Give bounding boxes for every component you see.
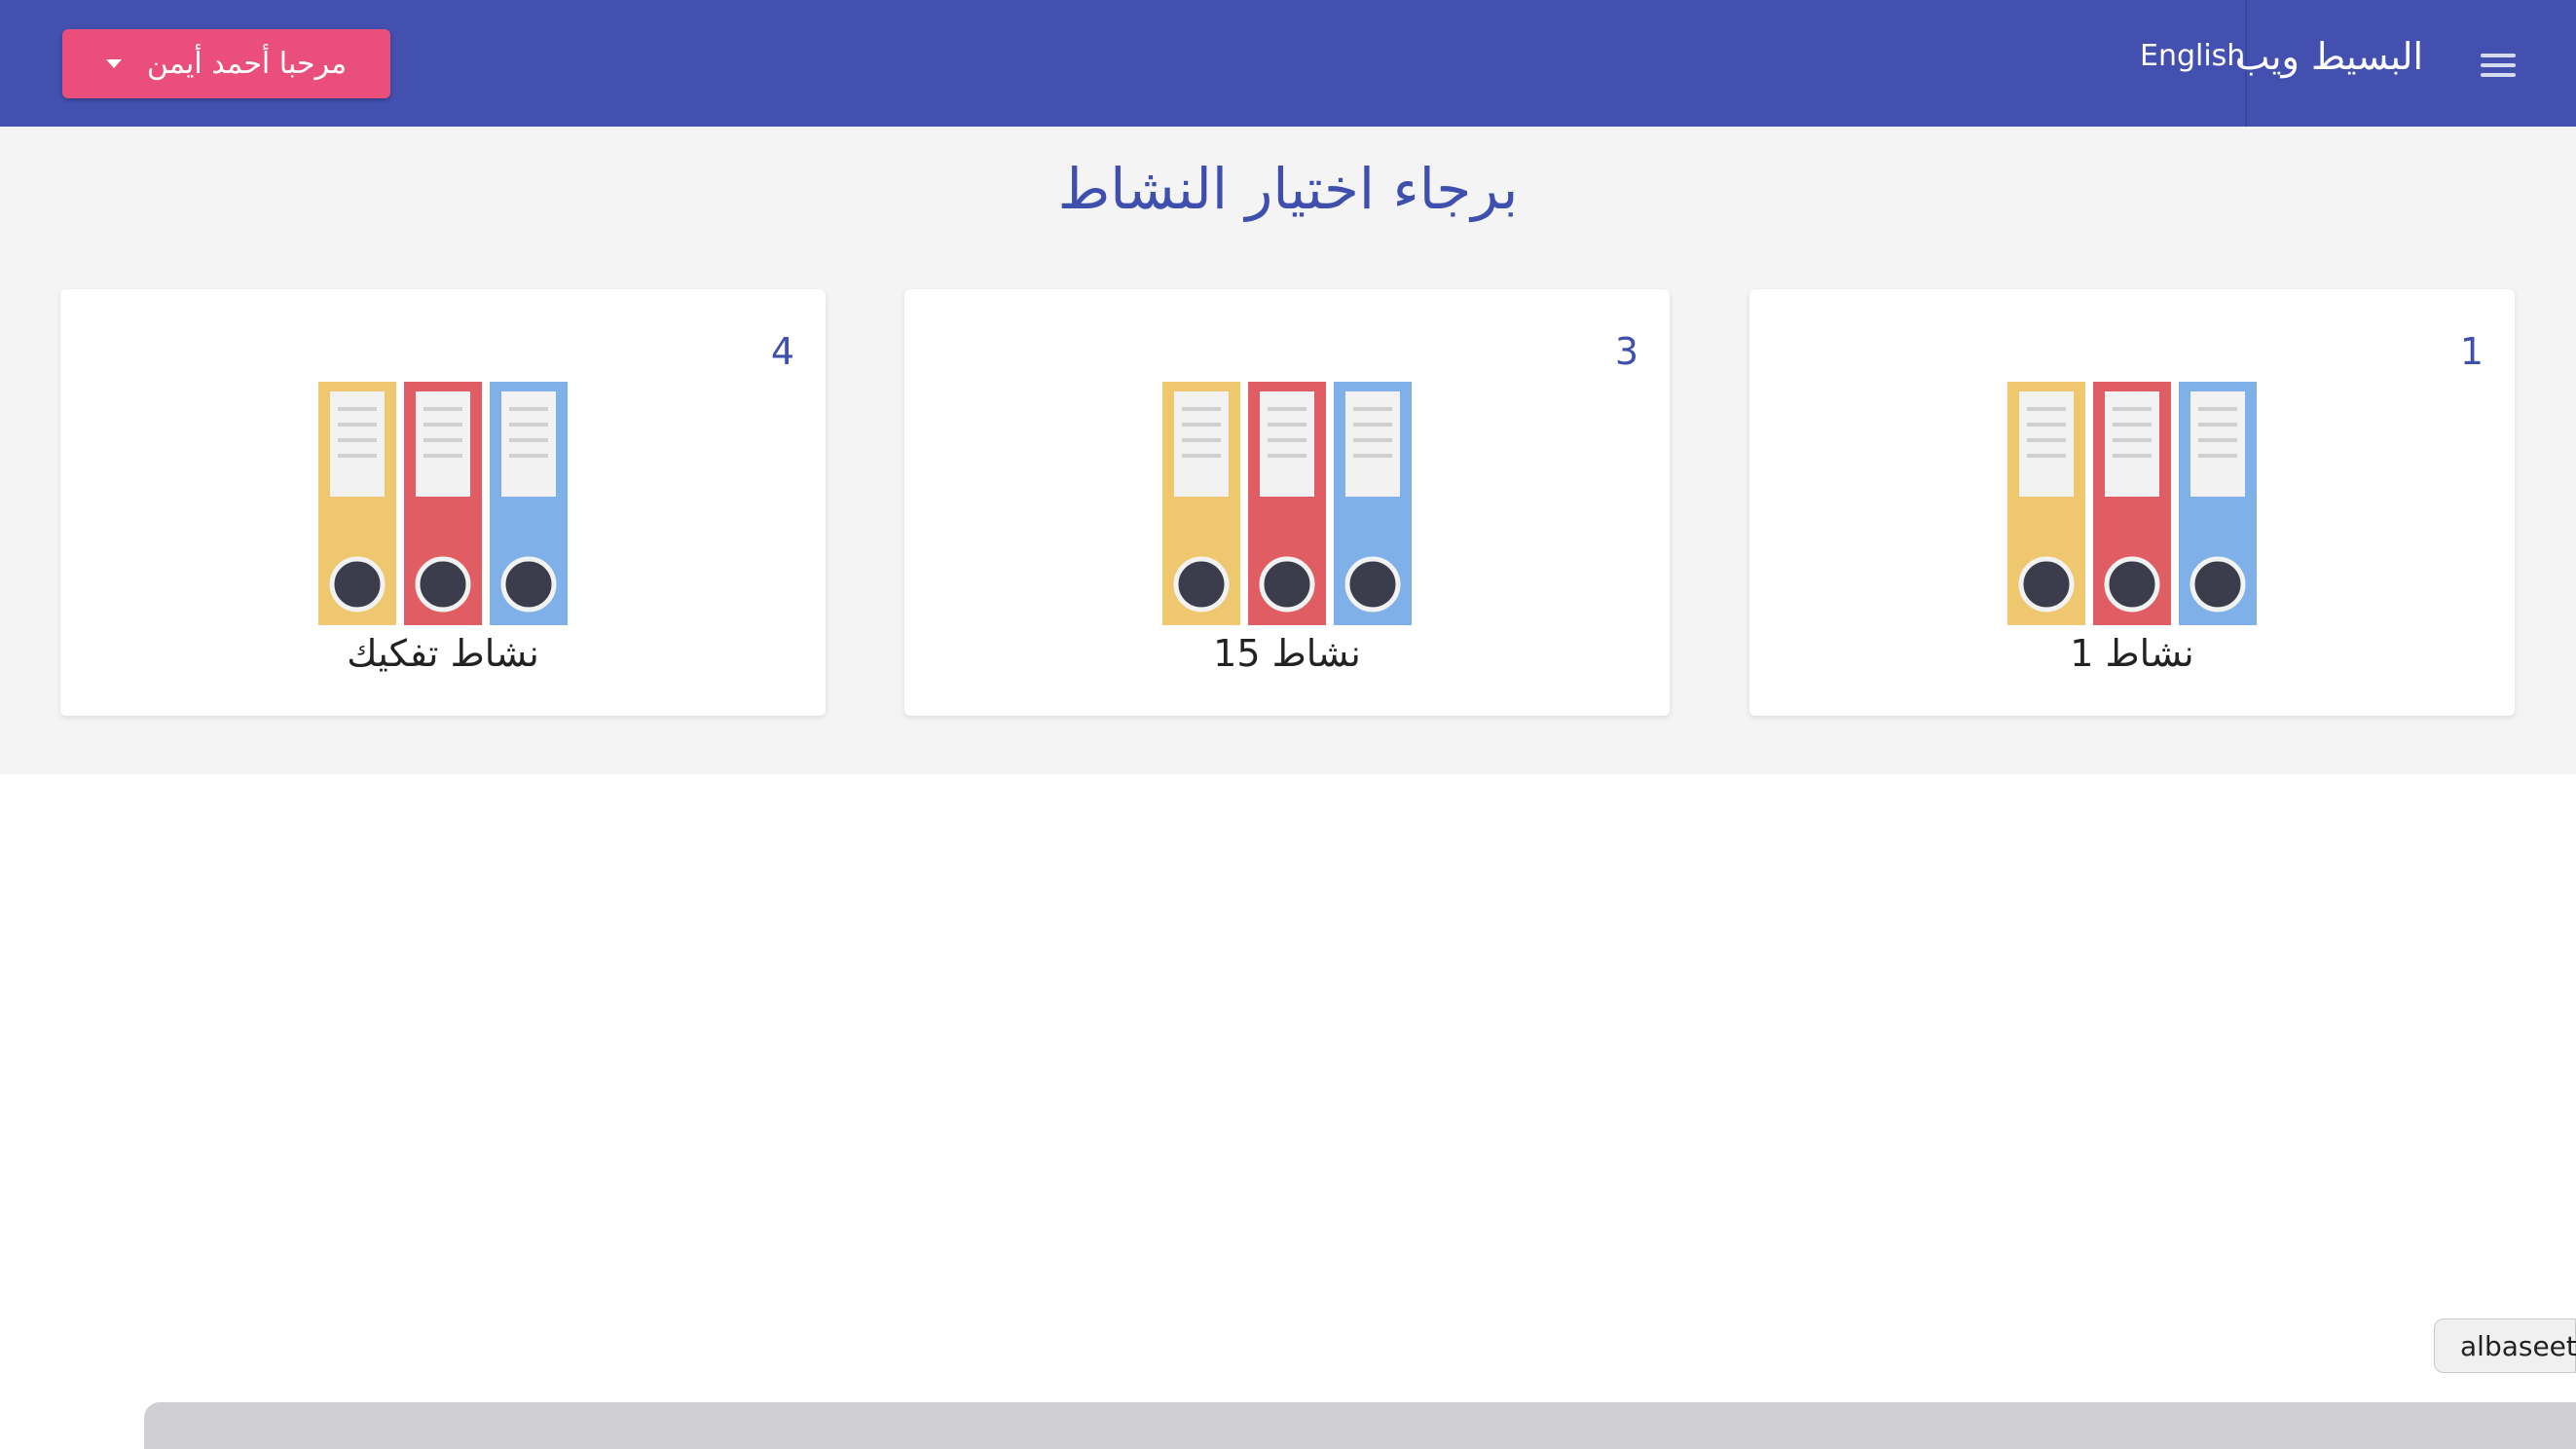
top-navbar: مرحبا أحمد أيمن English البسيط ويب: [0, 0, 2576, 127]
user-menu-button[interactable]: مرحبا أحمد أيمن: [62, 29, 390, 98]
activity-label: نشاط تفكيك: [347, 632, 539, 675]
activity-card[interactable]: 4 نشاط تفكيك: [60, 289, 826, 716]
page-title: برجاء اختيار النشاط: [1057, 156, 1519, 222]
binders-icon: [2007, 382, 2257, 625]
activity-number: 3: [1614, 330, 1638, 373]
caret-down-icon: [105, 59, 122, 68]
language-switch-link[interactable]: English: [2140, 39, 2245, 73]
activity-label: نشاط 1: [2070, 632, 2194, 675]
activity-label: نشاط 15: [1213, 632, 1361, 675]
activity-number: 1: [2459, 330, 2484, 373]
hover-tooltip: albaseet-: [2434, 1319, 2576, 1373]
activity-number: 4: [770, 330, 794, 373]
binders-icon: [1162, 382, 1412, 625]
binders-icon: [318, 382, 568, 625]
macos-dock: [144, 1402, 2576, 1449]
main-content: برجاء اختيار النشاط 1 نشاط 1 3 نشاط 15 4…: [0, 127, 2576, 774]
user-greeting: مرحبا أحمد أيمن: [146, 47, 348, 81]
brand-name[interactable]: البسيط ويب: [2235, 35, 2423, 78]
hamburger-menu-icon[interactable]: [2481, 54, 2516, 77]
activity-card[interactable]: 3 نشاط 15: [904, 289, 1670, 716]
activity-card[interactable]: 1 نشاط 1: [1749, 289, 2515, 716]
